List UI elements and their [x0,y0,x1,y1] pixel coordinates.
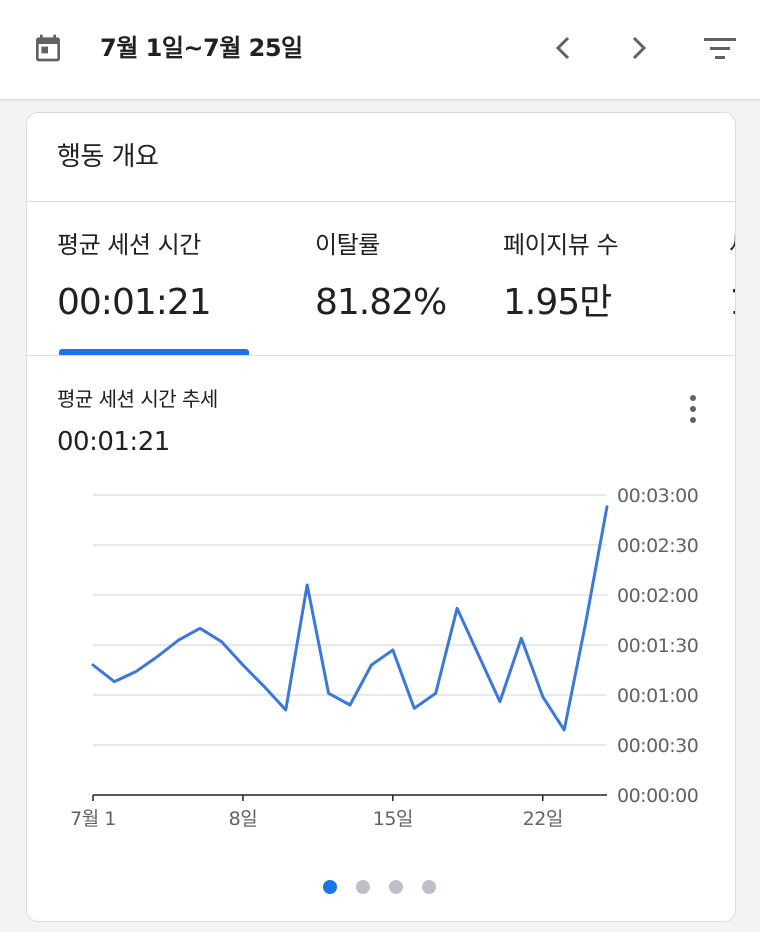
y-tick-label: 00:02:30 [617,535,698,557]
pagination-dots [27,877,735,897]
y-tick-label: 00:00:00 [617,785,698,807]
y-tick-label: 00:00:30 [617,735,698,757]
top-app-bar: 7월 1일~7월 25일 [0,0,760,100]
series-line [91,505,609,732]
metric-value: 1 [729,281,735,325]
metric-value: 1.95만 [503,282,612,323]
x-tick-label: 7월 1 [70,808,116,830]
pagination-dot[interactable] [422,880,436,894]
date-range-label[interactable]: 7월 1일~7월 25일 [100,32,303,64]
chevron-right-icon[interactable] [618,28,658,68]
filter-icon[interactable] [700,28,740,68]
metric-value: 81.82% [315,282,447,323]
divider [27,355,735,356]
divider [27,201,735,202]
pagination-dot[interactable] [356,880,370,894]
pagination-dot[interactable] [389,880,403,894]
more-vert-icon[interactable] [679,389,707,429]
calendar-icon[interactable] [32,32,64,64]
metric-label: 평균 세션 시간 [57,231,201,259]
chart-title: 평균 세션 시간 추세 [57,387,218,411]
metric-tab-pageviews[interactable]: 페이지뷰 수 1.95만 [503,229,619,325]
x-tick-label: 8일 [229,808,258,830]
chart-current-value: 00:01:21 [57,427,170,457]
x-tick-label: 15일 [373,808,413,830]
line-chart: 00:00:00 00:00:30 00:01:00 00:01:30 00:02:00… [70,485,699,830]
metric-tab-bounce-rate[interactable]: 이탈률 81.82% [315,229,447,325]
chevron-left-icon[interactable] [544,28,584,68]
y-tick-label: 00:01:00 [617,685,698,707]
metric-label: 세 [729,229,735,261]
y-tick-label: 00:01:30 [617,635,698,657]
y-tick-label: 00:03:00 [617,485,698,507]
metric-tab-avg-session-duration[interactable]: 평균 세션 시간 00:01:21 [57,229,212,325]
metric-label: 페이지뷰 수 [503,231,619,259]
x-tick-label: 22일 [523,808,563,830]
metric-tab-sessions[interactable]: 세 1 [729,229,735,325]
metric-value: 00:01:21 [57,282,212,323]
card-title: 행동 개요 [57,142,159,172]
metric-label: 이탈률 [315,231,380,259]
pagination-dot[interactable] [323,880,337,894]
behavior-overview-card: 행동 개요 평균 세션 시간 00:01:21 이탈률 81.82% 페이지뷰 … [26,112,736,922]
y-tick-label: 00:02:00 [617,585,698,607]
